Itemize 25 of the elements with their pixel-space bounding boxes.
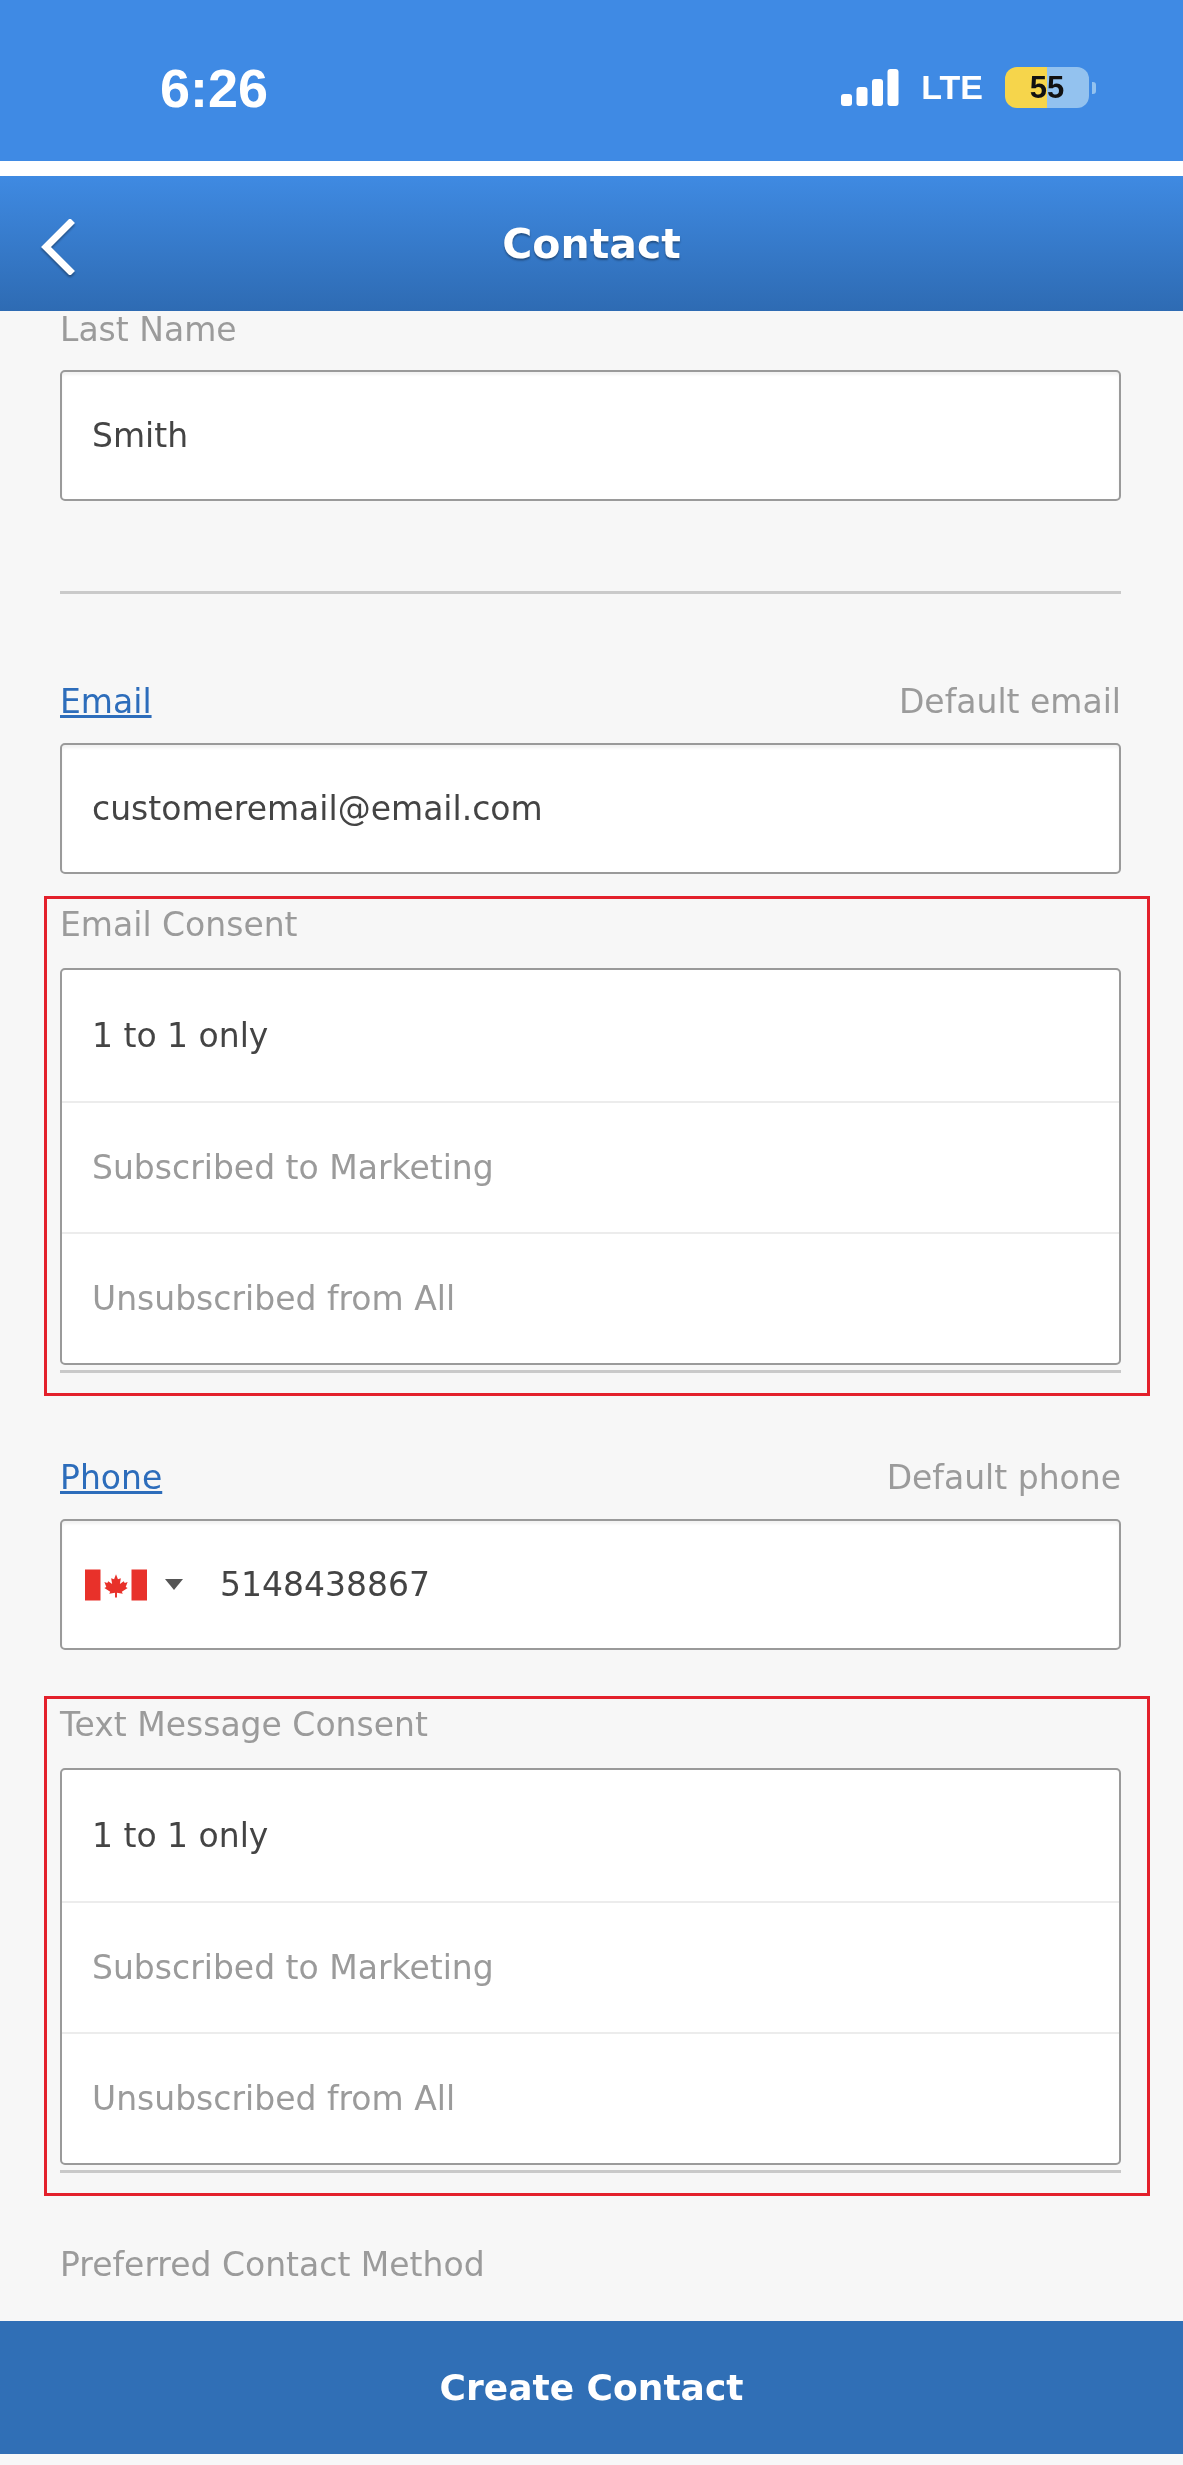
consent-option[interactable]: 1 to 1 only [62, 1770, 1119, 1901]
phone-field[interactable]: 5148438867 [60, 1519, 1121, 1650]
phone-link[interactable]: Phone [60, 1458, 163, 1498]
field-label: Last Name [60, 311, 237, 349]
country-select[interactable] [85, 1567, 183, 1602]
signal-icon [841, 69, 900, 106]
field-label: Preferred Contact Method [60, 2246, 485, 2284]
back-button[interactable] [40, 218, 76, 275]
consent-list[interactable]: 1 to 1 only Subscribed to Marketing Unsubscribed from All [60, 1768, 1121, 2165]
default-phone-label: Default phone [886, 1458, 1121, 1498]
create-contact-button[interactable]: Create Contact [0, 2321, 1183, 2454]
field-label: Text Message Consent [60, 1706, 428, 1744]
network-label: LTE [921, 68, 983, 107]
last-name-field[interactable]: Smith [60, 370, 1121, 501]
clock-time: 6:26 [160, 56, 269, 119]
flag-icon [85, 1567, 147, 1602]
email-field[interactable]: customeremail@email.com [60, 743, 1121, 874]
caret-down-icon [165, 1579, 183, 1590]
consent-list[interactable]: 1 to 1 only Subscribed to Marketing Unsubscribed from All [60, 968, 1121, 1365]
chevron-left-icon [40, 218, 76, 275]
default-email-label: Default email [898, 682, 1121, 722]
email-link[interactable]: Email [60, 682, 152, 722]
consent-option[interactable]: 1 to 1 only [62, 970, 1119, 1101]
nav-title: Contact [502, 219, 681, 268]
field-label: Email Consent [60, 906, 298, 944]
